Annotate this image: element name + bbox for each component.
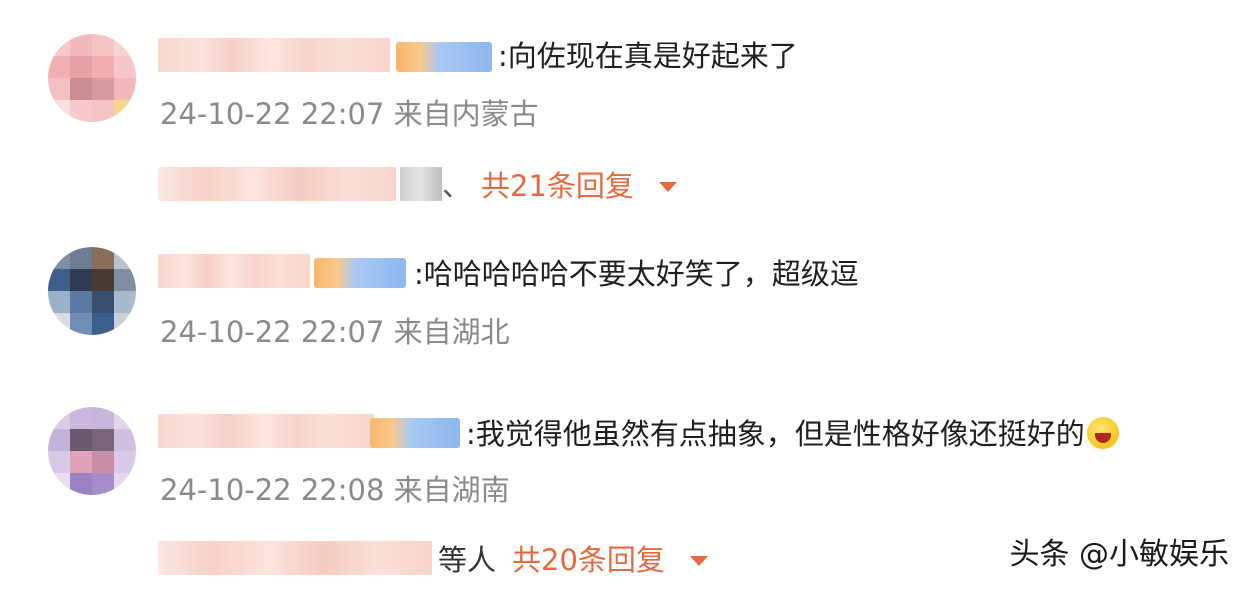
comment-text: :向佐现在真是好起来了 [498,39,798,73]
location: 来自内蒙古 [393,97,539,131]
location: 来自湖南 [393,473,510,507]
username-blurred[interactable] [158,254,310,288]
user-badge [396,42,492,72]
timestamp: 24-10-22 22:08 [160,473,385,507]
reply-count-link[interactable]: 共21条回复 [481,163,678,205]
reply-users-blurred [158,541,432,575]
reply-count-label: 共21条回复 [481,169,634,203]
reply-separator: 、 [442,169,472,203]
location: 来自湖北 [393,315,510,349]
comment-meta: 24-10-22 22:08 来自湖南 [160,472,510,508]
reply-summary[interactable]: 等人 共20条回复 [158,537,709,579]
chevron-down-icon [659,182,678,192]
timestamp: 24-10-22 22:07 [160,315,385,349]
chevron-down-icon [690,556,709,566]
user-badge [370,418,460,448]
comment-text: :我觉得他虽然有点抽象，但是性格好像还挺好的 [466,416,1119,452]
timestamp: 24-10-22 22:07 [160,97,385,131]
comment-meta: 24-10-22 22:07 来自湖北 [160,314,510,350]
comment-text-content: :我觉得他虽然有点抽象，但是性格好像还挺好的 [466,417,1085,451]
reply-user-blurred [400,167,442,201]
reply-count-label: 共20条回复 [512,543,665,577]
laughing-emoji-icon [1086,417,1119,449]
username-blurred[interactable] [158,38,390,72]
comment-text: :哈哈哈哈哈不要太好笑了，超级逗 [414,257,859,291]
reply-count-link[interactable]: 共20条回复 [512,537,709,579]
avatar[interactable] [48,247,136,335]
comment-meta: 24-10-22 22:07 来自内蒙古 [160,96,539,132]
avatar[interactable] [48,34,136,122]
reply-summary[interactable]: 、 共21条回复 [158,163,678,205]
watermark: 头条 @小敏娱乐 [1009,537,1229,572]
reply-users-blurred [158,167,396,201]
reply-others-label: 等人 [438,543,497,577]
avatar[interactable] [48,407,136,495]
user-badge [314,258,406,288]
username-blurred[interactable] [158,414,374,448]
